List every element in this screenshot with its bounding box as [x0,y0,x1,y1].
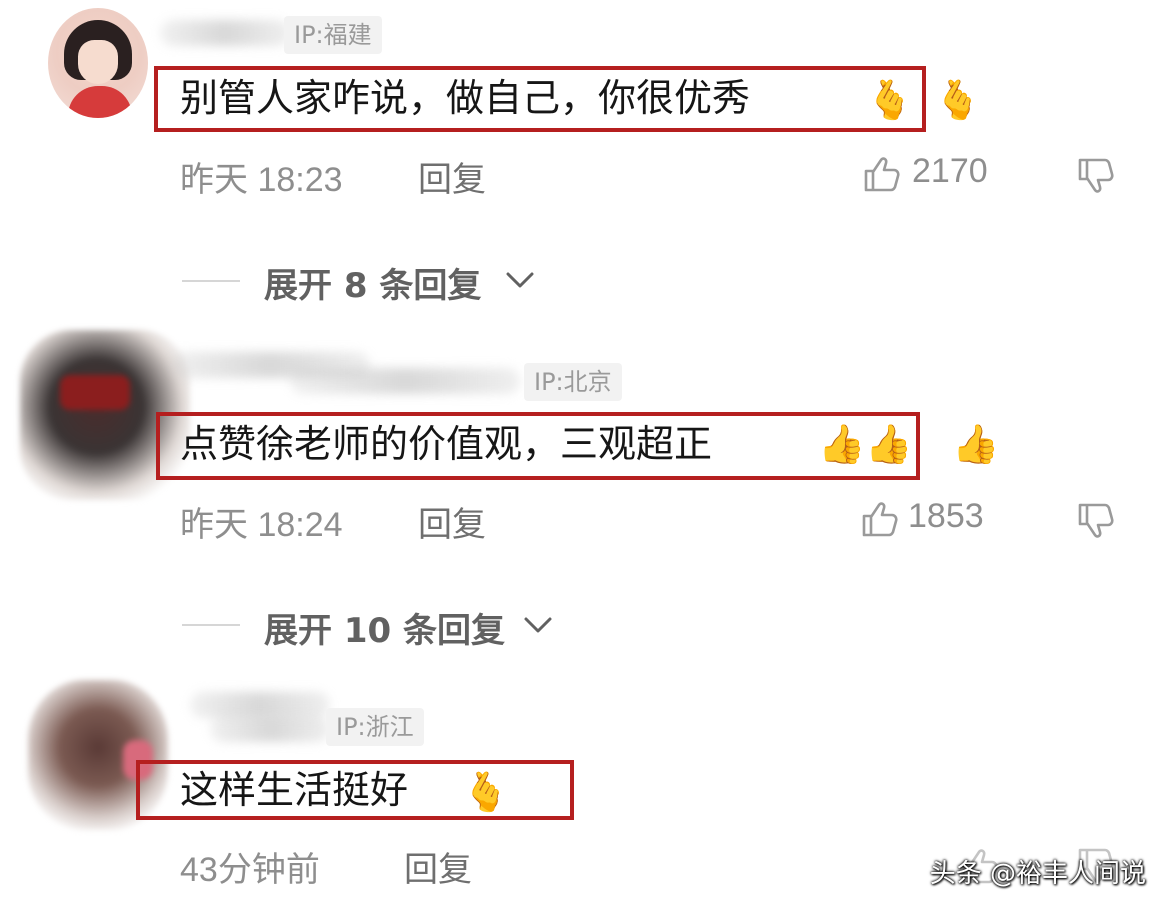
ip-location-tag: IP:浙江 [326,708,424,746]
like-count: 2170 [912,152,988,190]
ip-location-tag: IP:北京 [524,363,622,401]
chevron-down-icon[interactable] [522,613,554,637]
username-blurred [210,716,330,742]
divider [182,624,240,626]
ip-location-tag: IP:福建 [284,16,382,54]
comment-time: 43分钟前 [180,851,320,889]
comment-time: 昨天 18:24 [180,506,343,544]
dislike-thumb-icon[interactable] [1076,156,1116,196]
username-blurred [290,368,520,394]
avatar[interactable] [48,8,148,118]
divider [182,280,240,282]
like-thumb-icon[interactable] [862,154,902,194]
comment-text: 别管人家咋说，做自己，你很优秀 [180,76,751,120]
comment-list: IP:福建 别管人家咋说，做自己，你很优秀 🫰 🫰 昨天 18:23 回复 21… [0,0,1170,912]
dislike-thumb-icon[interactable] [1076,501,1116,541]
finger-heart-emoji: 🫰 [866,78,914,122]
comment-text: 点赞徐老师的价值观，三观超正 [180,422,713,466]
comment-text: 这样生活挺好 [180,768,409,812]
reply-button[interactable]: 回复 [418,152,486,201]
thumbs-up-emoji: 👍👍 [818,422,913,466]
finger-heart-emoji: 🫰 [934,78,982,122]
username-blurred[interactable] [190,692,330,718]
expand-replies-button[interactable]: 展开 8 条回复 [264,258,481,307]
reply-button[interactable]: 回复 [404,842,472,891]
reply-button[interactable]: 回复 [418,497,486,546]
comment-time: 昨天 18:23 [180,161,343,199]
watermark: 头条 @裕丰人间说 [929,859,1146,889]
finger-heart-emoji: 🫰 [462,770,510,814]
like-thumb-icon[interactable] [860,499,900,539]
chevron-down-icon[interactable] [504,268,536,292]
thumbs-up-emoji: 👍 [952,422,1000,466]
username-blurred[interactable] [160,20,290,46]
like-count: 1853 [908,497,984,535]
expand-replies-button[interactable]: 展开 10 条回复 [264,603,505,652]
